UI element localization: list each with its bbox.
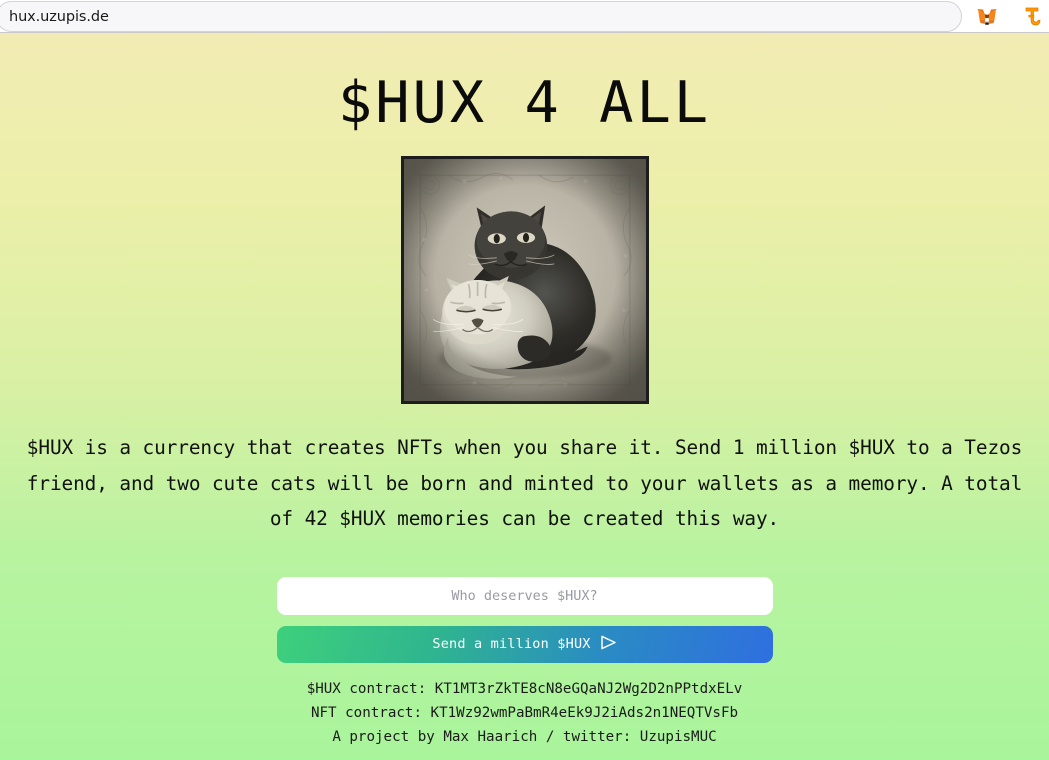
address-bar[interactable]: hux.uzupis.de xyxy=(0,1,962,32)
page-body: $HUX 4 ALL $HUX is a currency that creat… xyxy=(0,33,1049,760)
page-title: $HUX 4 ALL xyxy=(337,70,712,136)
hero-cats-image xyxy=(400,156,649,404)
send-hux-form: Send a million $HUX xyxy=(276,576,773,663)
send-triangle-icon xyxy=(600,635,617,654)
browser-chrome: hux.uzupis.de xyxy=(0,0,1049,33)
send-button-label: Send a million $HUX xyxy=(432,636,591,653)
metamask-extension-icon[interactable] xyxy=(974,4,1000,30)
send-million-hux-button[interactable]: Send a million $HUX xyxy=(276,625,773,663)
project-credit-line: A project by Max Haarich / twitter: Uzup… xyxy=(332,728,717,745)
recipient-input[interactable] xyxy=(276,576,773,615)
hux-contract-line: $HUX contract: KT1MT3rZkTE8cN8eGQaNJ2Wg2… xyxy=(306,680,743,697)
intro-paragraph: $HUX is a currency that creates NFTs whe… xyxy=(26,436,1023,531)
temple-wallet-extension-icon[interactable] xyxy=(1019,4,1045,30)
nft-contract-line: NFT contract: KT1Wz92wmPaBmR4eEk9J2iAds2… xyxy=(310,704,739,721)
footer: $HUX contract: KT1MT3rZkTE8cN8eGQaNJ2Wg2… xyxy=(0,677,1049,749)
address-bar-url: hux.uzupis.de xyxy=(9,8,109,25)
